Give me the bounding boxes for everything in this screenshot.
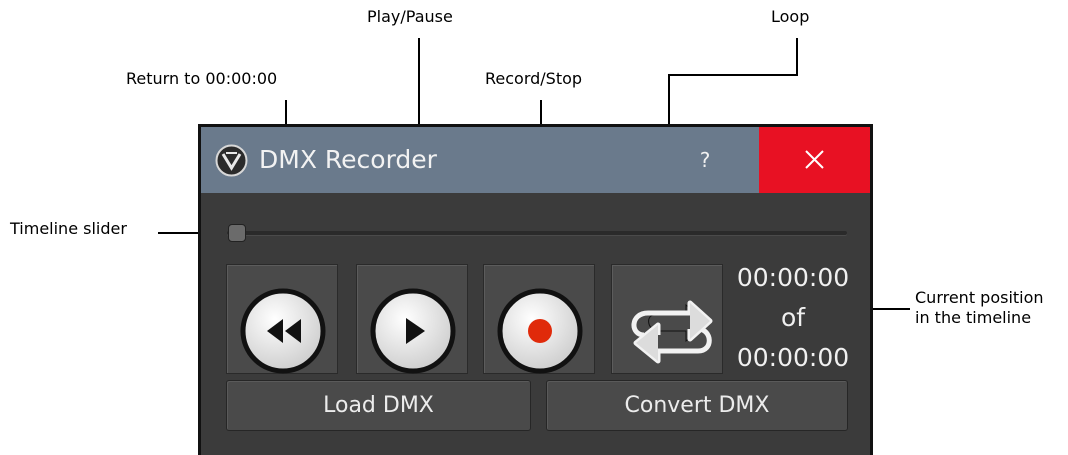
close-button[interactable] — [759, 127, 870, 193]
loop-icon — [631, 300, 713, 364]
total-time: 00:00:00 — [736, 343, 850, 372]
play-icon — [370, 288, 456, 374]
callout-timeline-slider: Timeline slider — [10, 219, 127, 238]
time-of-label: of — [780, 303, 806, 332]
current-time: 00:00:00 — [736, 263, 850, 292]
callout-play-pause: Play/Pause — [367, 7, 453, 26]
dmx-recorder-window: DMX Recorder ? 00:00:00 of 00:00:00 Load… — [198, 124, 873, 455]
record-icon — [497, 288, 583, 374]
record-stop-button[interactable] — [483, 264, 595, 374]
rewind-button[interactable] — [226, 264, 338, 374]
close-icon — [805, 150, 824, 169]
rewind-icon — [240, 288, 326, 374]
timeline-slider-handle[interactable] — [228, 224, 246, 242]
load-dmx-button[interactable]: Load DMX — [226, 380, 531, 431]
callout-position-line1: Current position — [915, 288, 1044, 307]
leader-line-loop-h — [668, 74, 798, 76]
convert-dmx-button[interactable]: Convert DMX — [546, 380, 848, 431]
callout-loop: Loop — [771, 7, 810, 26]
loop-button[interactable] — [611, 264, 723, 374]
leader-line-loop — [796, 38, 798, 76]
callout-return: Return to 00:00:00 — [126, 69, 278, 88]
app-logo-icon — [215, 144, 248, 177]
callout-position-line2: in the timeline — [915, 308, 1032, 327]
callout-record-stop: Record/Stop — [485, 69, 583, 88]
play-pause-button[interactable] — [356, 264, 468, 374]
help-button[interactable]: ? — [681, 127, 729, 193]
window-title: DMX Recorder — [259, 145, 437, 174]
title-bar[interactable]: DMX Recorder ? — [201, 127, 870, 193]
timeline-slider-track[interactable] — [227, 231, 847, 235]
